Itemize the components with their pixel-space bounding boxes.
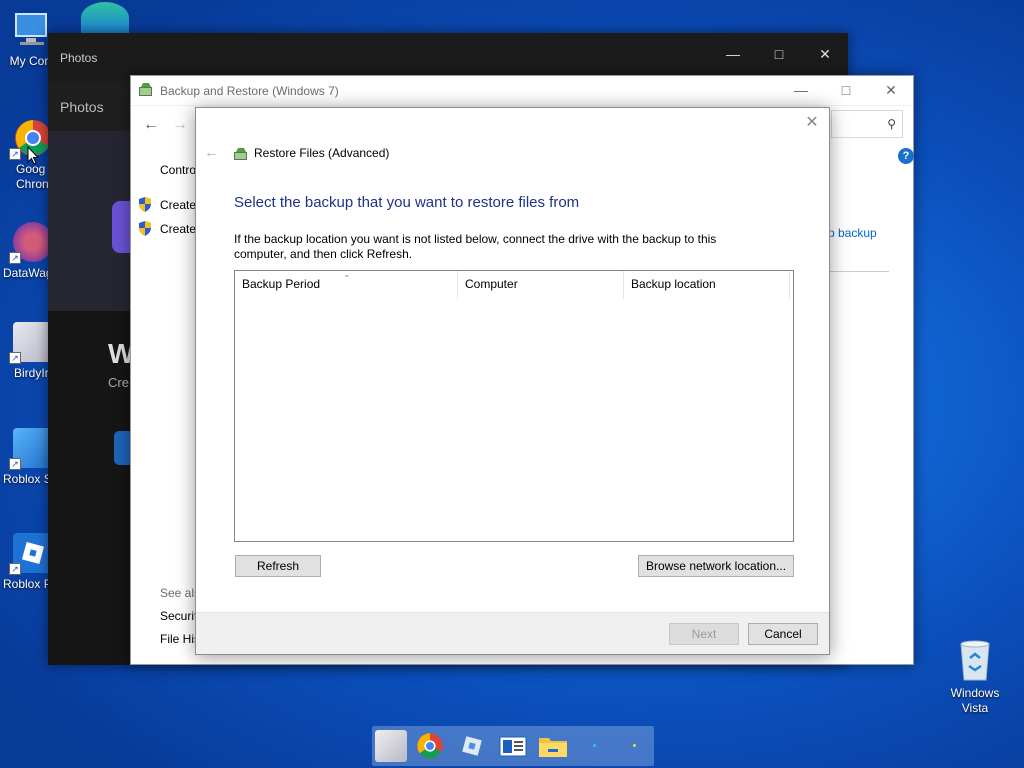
backup-title-bar[interactable]: Backup and Restore (Windows 7) — □ ✕	[131, 76, 913, 106]
column-header-computer[interactable]: Computer	[458, 271, 624, 299]
recycle-bin-icon	[955, 638, 995, 682]
backup-list[interactable]: ⌄ Backup Period Computer Backup location	[234, 269, 794, 542]
shortcut-arrow-icon: ↗	[9, 563, 21, 575]
search-icon: ⚲	[887, 117, 896, 131]
backup-restore-icon	[138, 82, 154, 98]
roblox-player-icon: ↗	[9, 533, 53, 575]
taskbar-roblox-icon[interactable]	[456, 730, 488, 762]
dialog-title: Restore Files (Advanced)	[254, 146, 390, 160]
backup-window-title: Backup and Restore (Windows 7)	[160, 84, 339, 98]
column-header-backup-period[interactable]: Backup Period	[235, 271, 458, 299]
minimize-button[interactable]: —	[710, 39, 756, 69]
shortcut-arrow-icon: ↗	[9, 252, 21, 264]
dialog-instruction: If the backup location you want is not l…	[234, 232, 717, 260]
dialog-footer: Next Cancel	[196, 612, 829, 654]
close-button[interactable]: ✕	[868, 76, 914, 105]
edge-icon	[81, 2, 129, 34]
create-system-image-link[interactable]: Create	[160, 198, 196, 212]
dialog-heading: Select the backup that you want to resto…	[234, 194, 580, 211]
datawagon-icon: ↗	[9, 222, 53, 264]
search-box[interactable]: ⚲	[831, 110, 903, 138]
control-panel-home-link[interactable]: Contro	[160, 163, 196, 177]
shortcut-arrow-icon: ↗	[9, 458, 21, 470]
forward-arrow-icon[interactable]: →	[172, 116, 188, 134]
taskbar-indicator	[633, 744, 636, 747]
desktop-icon-recycle-bin[interactable]: Windows Vista	[940, 638, 1010, 716]
cancel-button[interactable]: Cancel	[748, 623, 818, 645]
shortcut-arrow-icon: ↗	[9, 148, 21, 160]
restore-files-dialog[interactable]: ✕ ← Restore Files (Advanced) Select the …	[195, 107, 830, 655]
divider	[829, 271, 889, 272]
photos-window-title: Photos	[60, 51, 98, 65]
back-arrow-icon[interactable]: ←	[204, 144, 219, 161]
mouse-cursor-icon	[27, 145, 40, 166]
roblox-studio-icon: ↗	[9, 428, 53, 470]
recycle-bin-label: Windows Vista	[950, 686, 1000, 715]
security-link[interactable]: Securit	[160, 609, 197, 623]
refresh-button[interactable]: Refresh	[235, 555, 321, 577]
create-repair-disc-link[interactable]: Create	[160, 222, 196, 236]
maximize-button[interactable]: □	[823, 76, 869, 105]
list-header: ⌄ Backup Period Computer Backup location	[235, 269, 793, 299]
photos-partial-subtext: Cre	[108, 375, 129, 390]
browse-network-location-button[interactable]: Browse network location...	[638, 555, 794, 577]
shield-icon	[138, 197, 152, 212]
computer-icon	[12, 10, 52, 50]
taskbar-file-explorer-icon[interactable]	[537, 730, 569, 762]
next-button[interactable]: Next	[669, 623, 739, 645]
minimize-button[interactable]: —	[778, 76, 824, 105]
birdy-icon: ↗	[9, 322, 53, 364]
column-header-backup-location[interactable]: Backup location	[624, 271, 790, 299]
close-button[interactable]: ✕	[802, 39, 848, 69]
taskbar	[372, 726, 654, 766]
photos-title-bar[interactable]: Photos — □ ✕	[48, 33, 848, 81]
help-icon[interactable]: ?	[898, 148, 914, 164]
taskbar-indicator	[593, 744, 596, 747]
set-up-backup-link[interactable]: p backup	[828, 226, 877, 240]
file-history-link[interactable]: File His	[160, 632, 200, 646]
back-arrow-icon[interactable]: ←	[143, 116, 159, 134]
taskbar-birdy-icon[interactable]	[375, 730, 407, 762]
shortcut-arrow-icon: ↗	[9, 352, 21, 364]
maximize-button[interactable]: □	[756, 39, 802, 69]
taskbar-chrome-icon[interactable]	[414, 730, 446, 762]
close-icon[interactable]: ✕	[803, 114, 821, 132]
shield-icon	[138, 221, 152, 236]
taskbar-news-icon[interactable]	[497, 730, 529, 762]
restore-files-icon	[233, 146, 249, 162]
